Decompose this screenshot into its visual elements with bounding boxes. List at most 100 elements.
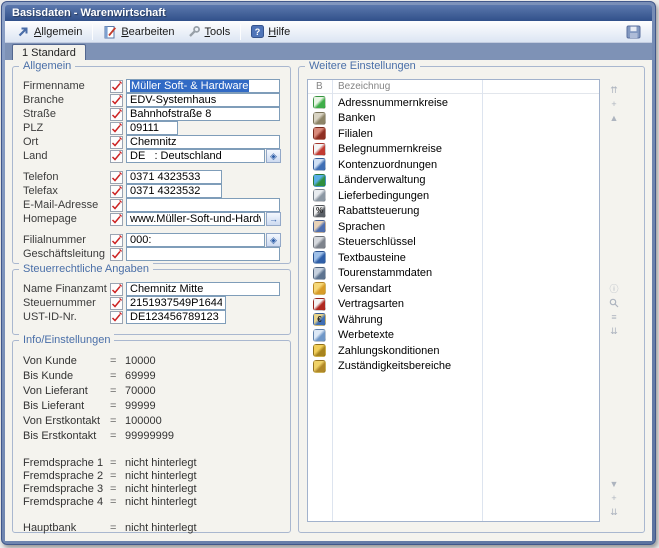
- settings-row-vertragsarten[interactable]: Vertragsarten: [308, 297, 599, 313]
- column-header-bezeichnung[interactable]: Bezeichnug: [332, 81, 390, 92]
- account-assignments-icon: [313, 158, 326, 171]
- edit-check-icon[interactable]: [110, 234, 123, 247]
- edit-check-icon[interactable]: [110, 185, 123, 198]
- filialnummer-input[interactable]: [126, 233, 265, 247]
- form-row-plz: PLZ: [23, 121, 280, 135]
- telefax-input[interactable]: [126, 184, 222, 198]
- settings-item-label: Zuständigkeitsbereiche: [338, 360, 451, 372]
- settings-row-tourenstammdaten[interactable]: Tourenstammdaten: [308, 266, 599, 282]
- open-link-button[interactable]: →: [266, 212, 281, 226]
- toolbar-button-tools[interactable]: Tools: [181, 22, 237, 41]
- settings-row-zahlungskonditionen[interactable]: Zahlungskonditionen: [308, 343, 599, 359]
- name-finanzamt-input[interactable]: [126, 282, 280, 296]
- edit-check-icon[interactable]: [110, 80, 123, 93]
- info-label: Fremdsprache 2: [23, 470, 110, 482]
- side-icons-middle: ⓘ ≡ ⇊: [606, 284, 622, 337]
- settings-item-label: Länderverwaltung: [338, 174, 425, 186]
- settings-row-adressnummernkreise[interactable]: Adressnummernkreise: [308, 95, 599, 111]
- save-button[interactable]: [623, 23, 644, 41]
- form-row-ust-id-nr: UST-ID-Nr.: [23, 310, 280, 324]
- scroll-down-icon[interactable]: +: [611, 493, 616, 504]
- toolbar-button-bearbeiten[interactable]: Bearbeiten: [97, 22, 180, 41]
- settings-row-kontenzuordnungen[interactable]: Kontenzuordnungen: [308, 157, 599, 173]
- equals-sign: =: [110, 385, 125, 397]
- firmenname-input[interactable]: Müller Soft- & Hardware: [126, 79, 280, 93]
- settings-row-lieferbedingungen[interactable]: Lieferbedingungen: [308, 188, 599, 204]
- plz-input[interactable]: [126, 121, 178, 135]
- settings-row-werbetexte[interactable]: Werbetexte: [308, 328, 599, 344]
- info-value: nicht hinterlegt: [125, 496, 197, 508]
- settings-row-w-hrung[interactable]: €Währung: [308, 312, 599, 328]
- edit-check-icon[interactable]: [110, 171, 123, 184]
- settings-item-label: Belegnummernkreise: [338, 143, 442, 155]
- window-title: Basisdaten - Warenwirtschaft: [12, 7, 166, 19]
- edit-check-icon[interactable]: [110, 108, 123, 121]
- form-row-telefon: Telefon: [23, 170, 280, 184]
- filter-icon[interactable]: ≡: [611, 312, 616, 323]
- homepage-input[interactable]: [126, 212, 265, 226]
- scroll-to-bottom-icon[interactable]: ⇊: [610, 507, 618, 518]
- settings-item-label: Banken: [338, 112, 375, 124]
- tab-standard[interactable]: 1 Standard: [12, 44, 86, 60]
- move-up-icon[interactable]: ▲: [610, 113, 619, 124]
- ust-id-nr-input[interactable]: [126, 310, 226, 324]
- edit-check-icon[interactable]: [110, 283, 123, 296]
- equals-sign: =: [110, 522, 125, 534]
- settings-row-banken[interactable]: Banken: [308, 111, 599, 127]
- edit-check-icon[interactable]: [110, 248, 123, 261]
- info-row-von-erstkontakt: Von Erstkontakt=100000: [23, 413, 280, 428]
- edit-check-icon[interactable]: [110, 199, 123, 212]
- edit-check-icon[interactable]: [110, 297, 123, 310]
- land-input[interactable]: [126, 149, 265, 163]
- settings-row-sprachen[interactable]: Sprachen: [308, 219, 599, 235]
- branche-input[interactable]: [126, 93, 280, 107]
- stra-e-input[interactable]: [126, 107, 280, 121]
- settings-row-textbausteine[interactable]: Textbausteine: [308, 250, 599, 266]
- toolbar-button-label: Tools: [205, 26, 231, 38]
- settings-row-zust-ndigkeitsbereiche[interactable]: Zuständigkeitsbereiche: [308, 359, 599, 375]
- move-down-icon[interactable]: ▼: [610, 479, 619, 490]
- page-down-icon[interactable]: ⇊: [610, 326, 618, 337]
- form-spacer: [23, 163, 280, 170]
- info-value: 100000: [125, 415, 162, 427]
- telefon-input[interactable]: [126, 170, 222, 184]
- search-icon[interactable]: [609, 298, 619, 309]
- ort-input[interactable]: [126, 135, 280, 149]
- settings-item-label: Steuerschlüssel: [338, 236, 416, 248]
- toolbar-button-allgemein[interactable]: Allgemein: [10, 22, 88, 41]
- settings-row-l-nderverwaltung[interactable]: Länderverwaltung: [308, 173, 599, 189]
- settings-row-versandart[interactable]: Versandart: [308, 281, 599, 297]
- settings-row-belegnummernkreise[interactable]: Belegnummernkreise: [308, 142, 599, 158]
- steuernummer-input[interactable]: [126, 296, 226, 310]
- field-label: E-Mail-Adresse: [23, 199, 110, 211]
- toolbar-separator: [240, 24, 241, 40]
- edit-check-icon[interactable]: [110, 94, 123, 107]
- lookup-button[interactable]: ◈: [266, 149, 281, 163]
- e-mail-adresse-input[interactable]: [126, 198, 280, 212]
- toolbar-button-hilfe[interactable]: ?Hilfe: [245, 22, 296, 41]
- text-blocks-icon: [313, 251, 326, 264]
- form-row-name-finanzamt: Name Finanzamt: [23, 282, 280, 296]
- equals-sign: =: [110, 457, 125, 469]
- scroll-up-icon[interactable]: +: [611, 99, 616, 110]
- column-header-b[interactable]: B: [308, 81, 332, 92]
- edit-check-icon[interactable]: [110, 122, 123, 135]
- form-row-telefax: Telefax: [23, 184, 280, 198]
- toolbar-separator: [92, 24, 93, 40]
- info-spacer: [23, 443, 280, 456]
- scroll-to-top-icon[interactable]: ⇈: [610, 85, 618, 96]
- settings-item-label: Lieferbedingungen: [338, 190, 429, 202]
- info-icon[interactable]: ⓘ: [609, 284, 618, 295]
- settings-row-filialen[interactable]: Filialen: [308, 126, 599, 142]
- form-row-steuernummer: Steuernummer: [23, 296, 280, 310]
- main-toolbar: Allgemein Bearbeiten Tools ?Hilfe: [5, 21, 652, 43]
- edit-check-icon[interactable]: [110, 213, 123, 226]
- settings-row-steuerschl-ssel[interactable]: Steuerschlüssel: [308, 235, 599, 251]
- gesch-ftsleitung-input[interactable]: [126, 247, 280, 261]
- settings-row-rabattsteuerung[interactable]: %Rabattsteuerung: [308, 204, 599, 220]
- lookup-button[interactable]: ◈: [266, 233, 281, 247]
- currency-coin-icon: €: [313, 313, 326, 326]
- edit-check-icon[interactable]: [110, 311, 123, 324]
- edit-check-icon[interactable]: [110, 150, 123, 163]
- edit-check-icon[interactable]: [110, 136, 123, 149]
